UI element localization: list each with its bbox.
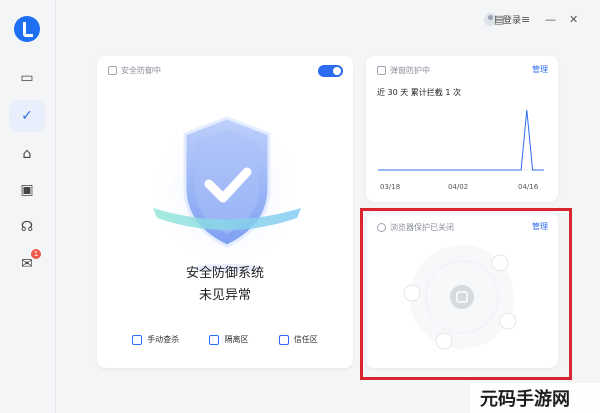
popup-card-title: 弹窗防护中 [390, 66, 430, 75]
shield-illustration [147, 96, 307, 286]
tool-label: 隔离区 [224, 335, 249, 344]
headset-icon: ☊ [20, 219, 34, 235]
status-subtitle: 未见异常 [198, 288, 251, 303]
x-tick-label: 03/18 [380, 183, 401, 191]
highlight-frame [360, 208, 572, 380]
popup-protection-card: 弹窗防护中 管理 近 30 天 累计拦截 1 次 03/18 04/02 04/… [366, 56, 558, 202]
login-label: 登录 [503, 16, 522, 26]
shield-check-icon [149, 111, 305, 272]
trust-shield-icon [278, 334, 289, 345]
sidebar: ▭ ✓ ⌂ ▣ ☊ ✉ 1 [0, 0, 56, 413]
x-tick-label: 04/02 [448, 183, 469, 191]
security-card-header: 安全防御中 [108, 65, 161, 76]
message-icon: ✉ [21, 256, 33, 272]
watermark-graphic: 元码手游网 [470, 383, 600, 413]
security-tools: 手动查杀 隔离区 信任区 [97, 334, 353, 345]
menu-icon[interactable]: ≡ [521, 14, 530, 25]
app-logo [14, 16, 40, 42]
sidebar-item-toolbox[interactable]: ▣ [9, 174, 45, 206]
watermark-logo: 元码手游网 [470, 377, 600, 413]
series-line [378, 109, 544, 171]
security-defense-card: 安全防御中 安全防御系统 未见异常 手动查杀 隔离区 信任区 [97, 56, 353, 368]
minimize-icon[interactable]: — [545, 14, 556, 25]
block-trend-chart [378, 109, 544, 171]
skin-icon[interactable]: ▤ [494, 14, 504, 25]
notification-badge: 1 [31, 249, 41, 259]
block-stat-text: 近 30 天 累计拦截 1 次 [377, 88, 461, 97]
toolbox-icon: ▣ [20, 182, 34, 198]
scan-icon [132, 334, 143, 345]
manual-scan-button[interactable]: 手动查杀 [132, 334, 179, 345]
trust-zone-button[interactable]: 信任区 [278, 334, 318, 345]
quarantine-button[interactable]: 隔离区 [209, 334, 248, 345]
computer-icon: ▭ [20, 70, 34, 86]
popup-manage-link[interactable]: 管理 [532, 64, 548, 75]
security-card-title: 安全防御中 [121, 66, 161, 75]
top-bar: 登录 ▤ ≡ — ✕ [56, 0, 600, 44]
sidebar-item-computer[interactable]: ▭ [9, 62, 45, 94]
sidebar-item-protection[interactable]: ✓ [9, 100, 45, 132]
toggle-knob [333, 67, 341, 75]
svg-text:元码手游网: 元码手游网 [480, 388, 570, 410]
tool-label: 信任区 [293, 335, 318, 344]
popup-window-icon [377, 66, 386, 75]
shield-outline-icon [108, 66, 117, 75]
broom-icon: ⌂ [22, 146, 32, 162]
popup-card-header: 弹窗防护中 [377, 65, 430, 76]
quarantine-icon [209, 334, 220, 345]
security-toggle[interactable] [318, 65, 343, 77]
shield-icon: ✓ [21, 108, 33, 124]
sidebar-item-clean[interactable]: ⌂ [9, 138, 45, 170]
close-icon[interactable]: ✕ [569, 14, 578, 25]
sidebar-item-support[interactable]: ☊ [9, 211, 45, 243]
x-tick-label: 04/16 [518, 183, 539, 191]
tool-label: 手动查杀 [147, 335, 180, 344]
sidebar-item-messages[interactable]: ✉ 1 [9, 248, 45, 280]
status-title: 安全防御系统 [185, 266, 264, 281]
